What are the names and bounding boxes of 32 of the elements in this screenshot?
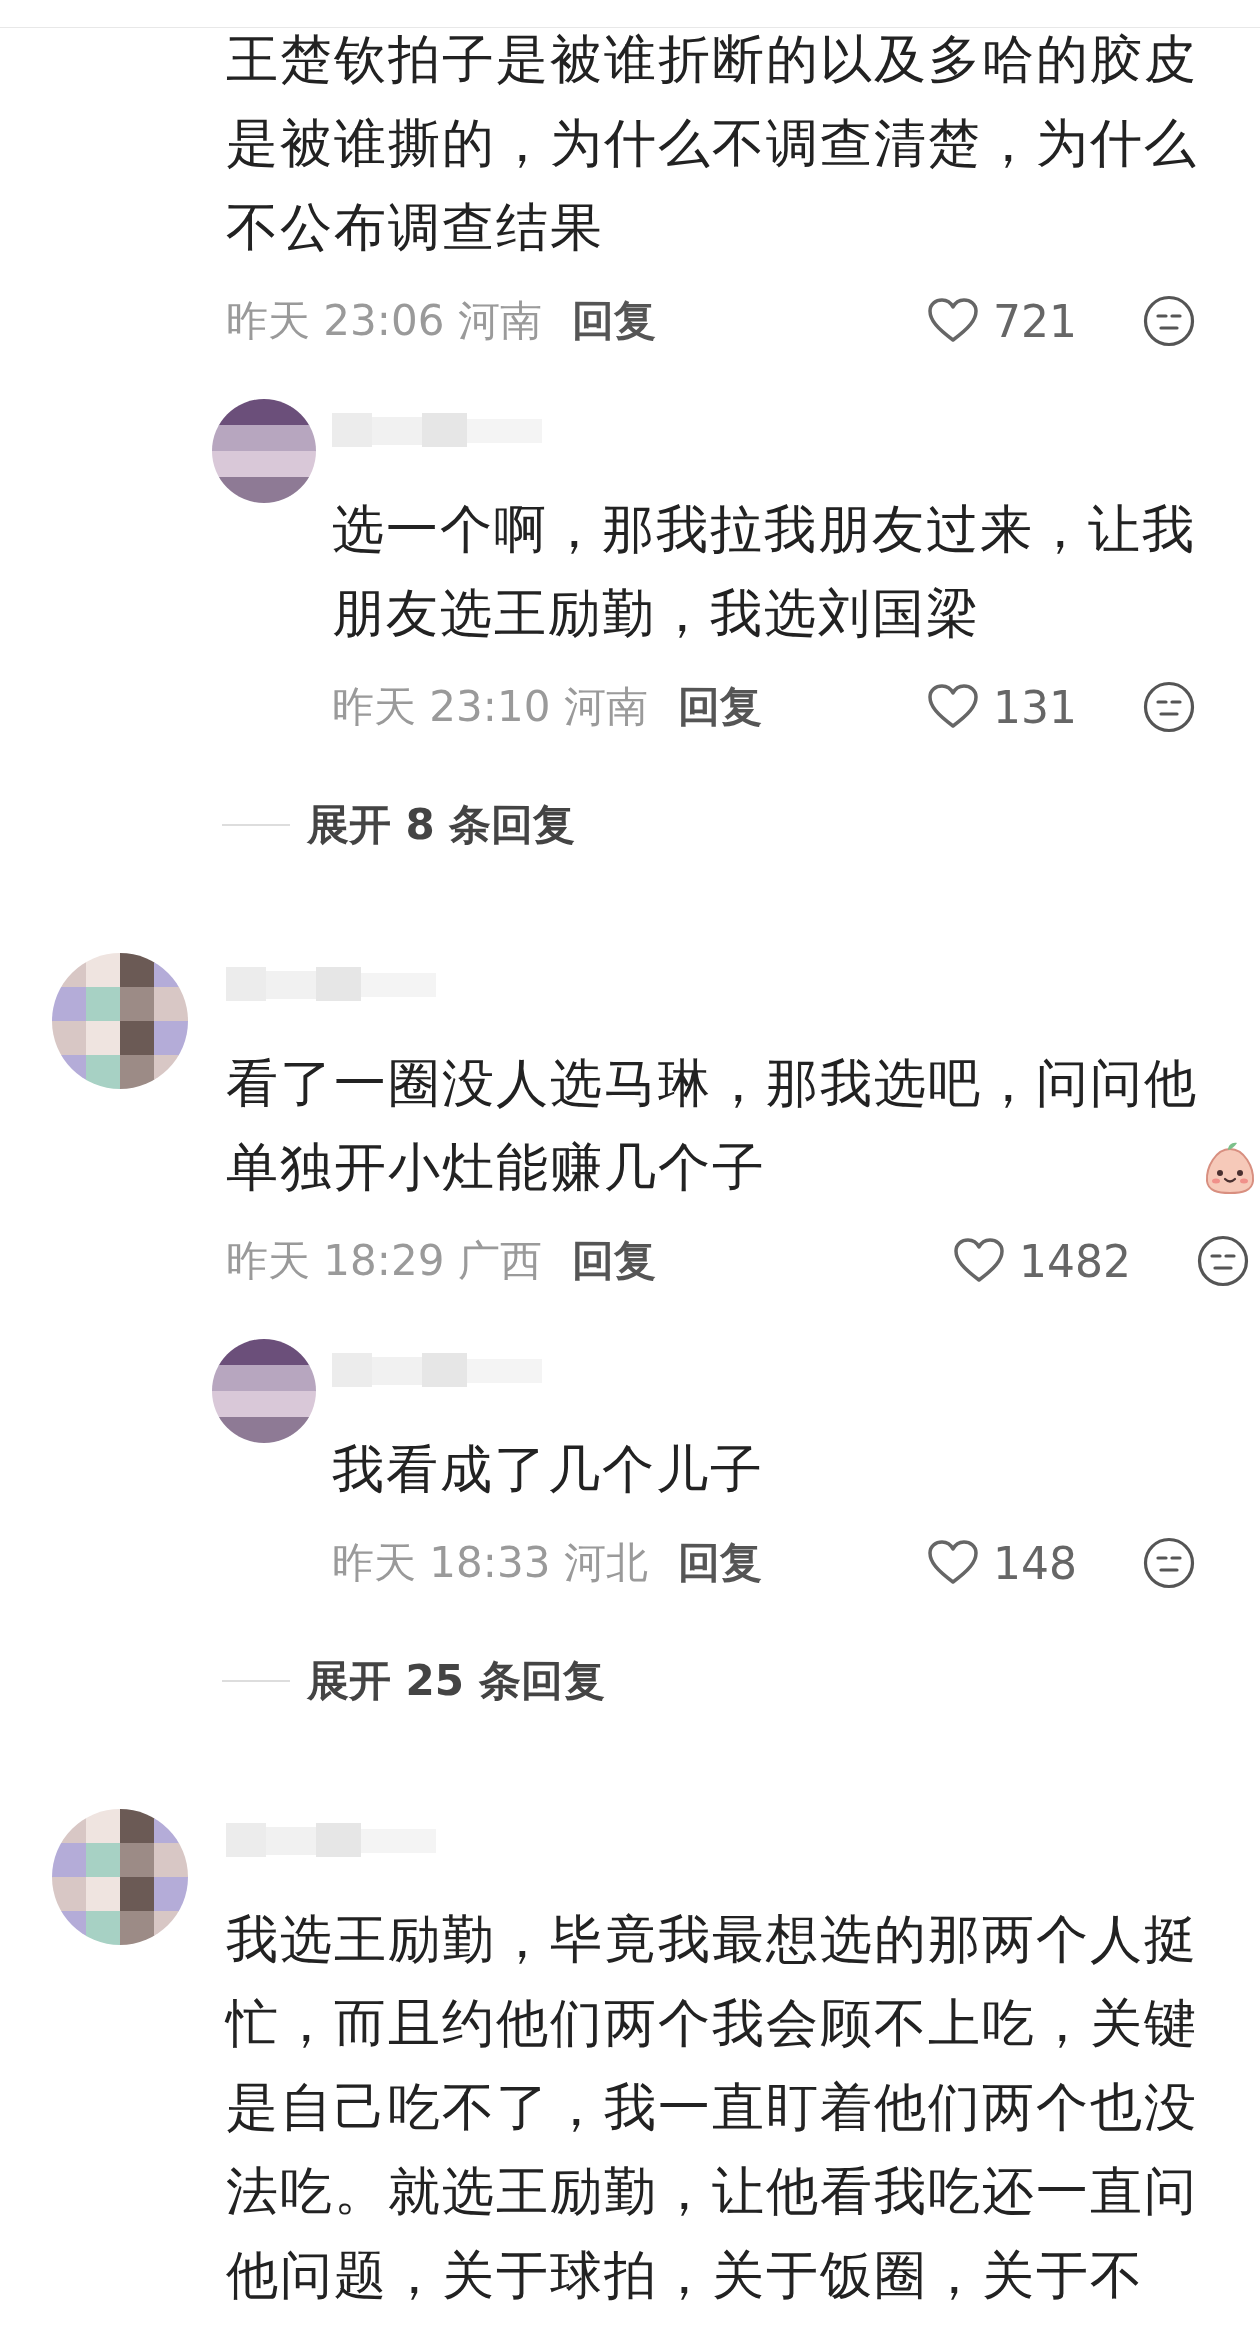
comment-text: 看了一圈没人选马琳，那我选吧，问问他单独开小灶能赚几个子 (226, 1052, 1199, 1199)
like-icon[interactable] (927, 1540, 979, 1586)
like-icon[interactable] (927, 684, 979, 730)
avatar[interactable] (52, 953, 188, 1089)
comment-time-location: 昨天 23:06 河南 (226, 295, 542, 347)
like-icon[interactable] (927, 298, 979, 344)
reply-link[interactable]: 回复 (571, 293, 656, 349)
emoji-reaction-icon[interactable] (1143, 295, 1195, 347)
expand-replies-link[interactable]: 展开 25 条回复 (307, 1653, 605, 1709)
comment-time-location: 昨天 18:29 广西 (226, 1235, 542, 1287)
comment-time-location: 昨天 23:10 河南 (332, 681, 648, 733)
reply-link[interactable]: 回复 (677, 1535, 762, 1591)
reply-text: 我看成了几个儿子 (332, 1438, 765, 1501)
avatar[interactable] (52, 1809, 188, 1945)
comment-text: 我选王励勤，毕竟我最想选的那两个人挺忙，而且约他们两个我会顾不上吃，关键是自己吃不了，我一直盯着他们两个也没法吃。就选王励勤，让他看我吃还一直问他问题，关于球拍，关于饭圈，关于不 (226, 1908, 1199, 2307)
like-count: 1482 (1019, 1235, 1131, 1287)
reply-link[interactable]: 回复 (677, 679, 762, 735)
like-count: 721 (993, 295, 1077, 347)
avatar[interactable] (212, 1339, 316, 1443)
comment-text: 王楚钦拍子是被谁折断的以及多哈的胶皮是被谁撕的，为什么不调查清楚，为什么不公布调查结果 (226, 28, 1199, 259)
like-count: 131 (993, 681, 1077, 733)
reply-link[interactable]: 回复 (571, 1233, 656, 1289)
emoji-reaction-icon[interactable] (1143, 681, 1195, 733)
avatar[interactable] (212, 399, 316, 503)
like-count: 148 (993, 1537, 1077, 1589)
expand-replies-link[interactable]: 展开 8 条回复 (307, 797, 576, 853)
emoji-reaction-icon[interactable] (1143, 1537, 1195, 1589)
emoji-reaction-icon[interactable] (1197, 1235, 1249, 1287)
reply-text: 选一个啊，那我拉我朋友过来，让我朋友选王励勤，我选刘国梁 (332, 498, 1197, 645)
comment-time-location: 昨天 18:33 河北 (332, 1537, 648, 1589)
like-icon[interactable] (953, 1238, 1005, 1284)
smiling-emoji-icon (1204, 1141, 1256, 1195)
